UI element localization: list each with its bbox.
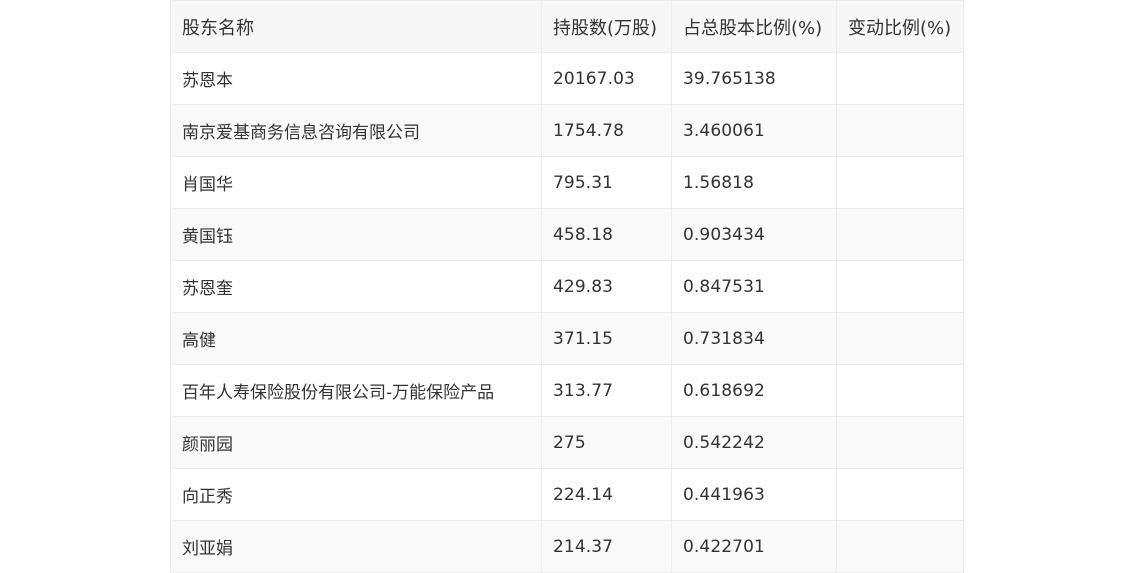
shareholder-table-container: 股东名称 持股数(万股) 占总股本比例(%) 变动比例(%) 苏恩本 20167… (170, 0, 964, 573)
cell-share-ratio: 0.542242 (671, 416, 837, 469)
table-row: 百年人寿保险股份有限公司-万能保险产品 313.77 0.618692 (170, 364, 964, 417)
cell-share-ratio: 0.903434 (671, 208, 837, 261)
table-row: 肖国华 795.31 1.56818 (170, 156, 964, 209)
table-row: 高健 371.15 0.731834 (170, 312, 964, 365)
cell-shares-held: 371.15 (541, 312, 672, 365)
cell-shareholder-name: 高健 (170, 312, 542, 365)
cell-share-ratio: 0.422701 (671, 520, 837, 573)
cell-shares-held: 458.18 (541, 208, 672, 261)
cell-shares-held: 224.14 (541, 468, 672, 521)
cell-shares-held: 275 (541, 416, 672, 469)
table-row: 颜丽园 275 0.542242 (170, 416, 964, 469)
cell-share-ratio: 0.847531 (671, 260, 837, 313)
header-change-ratio: 变动比例(%) (836, 0, 964, 53)
cell-change-ratio (836, 416, 964, 469)
cell-share-ratio: 3.460061 (671, 104, 837, 157)
cell-shareholder-name: 百年人寿保险股份有限公司-万能保险产品 (170, 364, 542, 417)
cell-shares-held: 429.83 (541, 260, 672, 313)
cell-change-ratio (836, 260, 964, 313)
shareholder-table: 股东名称 持股数(万股) 占总股本比例(%) 变动比例(%) 苏恩本 20167… (170, 0, 964, 573)
table-row: 苏恩本 20167.03 39.765138 (170, 52, 964, 105)
cell-change-ratio (836, 208, 964, 261)
cell-shareholder-name: 苏恩本 (170, 52, 542, 105)
cell-shareholder-name: 黄国钰 (170, 208, 542, 261)
cell-change-ratio (836, 364, 964, 417)
cell-change-ratio (836, 520, 964, 573)
cell-shareholder-name: 南京爱基商务信息咨询有限公司 (170, 104, 542, 157)
header-shares-held: 持股数(万股) (541, 0, 672, 53)
cell-shareholder-name: 刘亚娟 (170, 520, 542, 573)
cell-change-ratio (836, 156, 964, 209)
cell-change-ratio (836, 468, 964, 521)
cell-shareholder-name: 苏恩奎 (170, 260, 542, 313)
cell-shareholder-name: 肖国华 (170, 156, 542, 209)
cell-shares-held: 1754.78 (541, 104, 672, 157)
table-row: 刘亚娟 214.37 0.422701 (170, 520, 964, 573)
cell-shares-held: 313.77 (541, 364, 672, 417)
table-header-row: 股东名称 持股数(万股) 占总股本比例(%) 变动比例(%) (170, 0, 964, 53)
cell-share-ratio: 39.765138 (671, 52, 837, 105)
cell-shareholder-name: 向正秀 (170, 468, 542, 521)
cell-shares-held: 20167.03 (541, 52, 672, 105)
table-row: 黄国钰 458.18 0.903434 (170, 208, 964, 261)
cell-share-ratio: 0.618692 (671, 364, 837, 417)
table-row: 苏恩奎 429.83 0.847531 (170, 260, 964, 313)
cell-change-ratio (836, 104, 964, 157)
header-shareholder-name: 股东名称 (170, 0, 542, 53)
header-share-ratio: 占总股本比例(%) (671, 0, 837, 53)
cell-shares-held: 214.37 (541, 520, 672, 573)
table-row: 南京爱基商务信息咨询有限公司 1754.78 3.460061 (170, 104, 964, 157)
table-row: 向正秀 224.14 0.441963 (170, 468, 964, 521)
cell-share-ratio: 0.731834 (671, 312, 837, 365)
cell-share-ratio: 0.441963 (671, 468, 837, 521)
cell-change-ratio (836, 52, 964, 105)
cell-share-ratio: 1.56818 (671, 156, 837, 209)
cell-shareholder-name: 颜丽园 (170, 416, 542, 469)
cell-change-ratio (836, 312, 964, 365)
cell-shares-held: 795.31 (541, 156, 672, 209)
